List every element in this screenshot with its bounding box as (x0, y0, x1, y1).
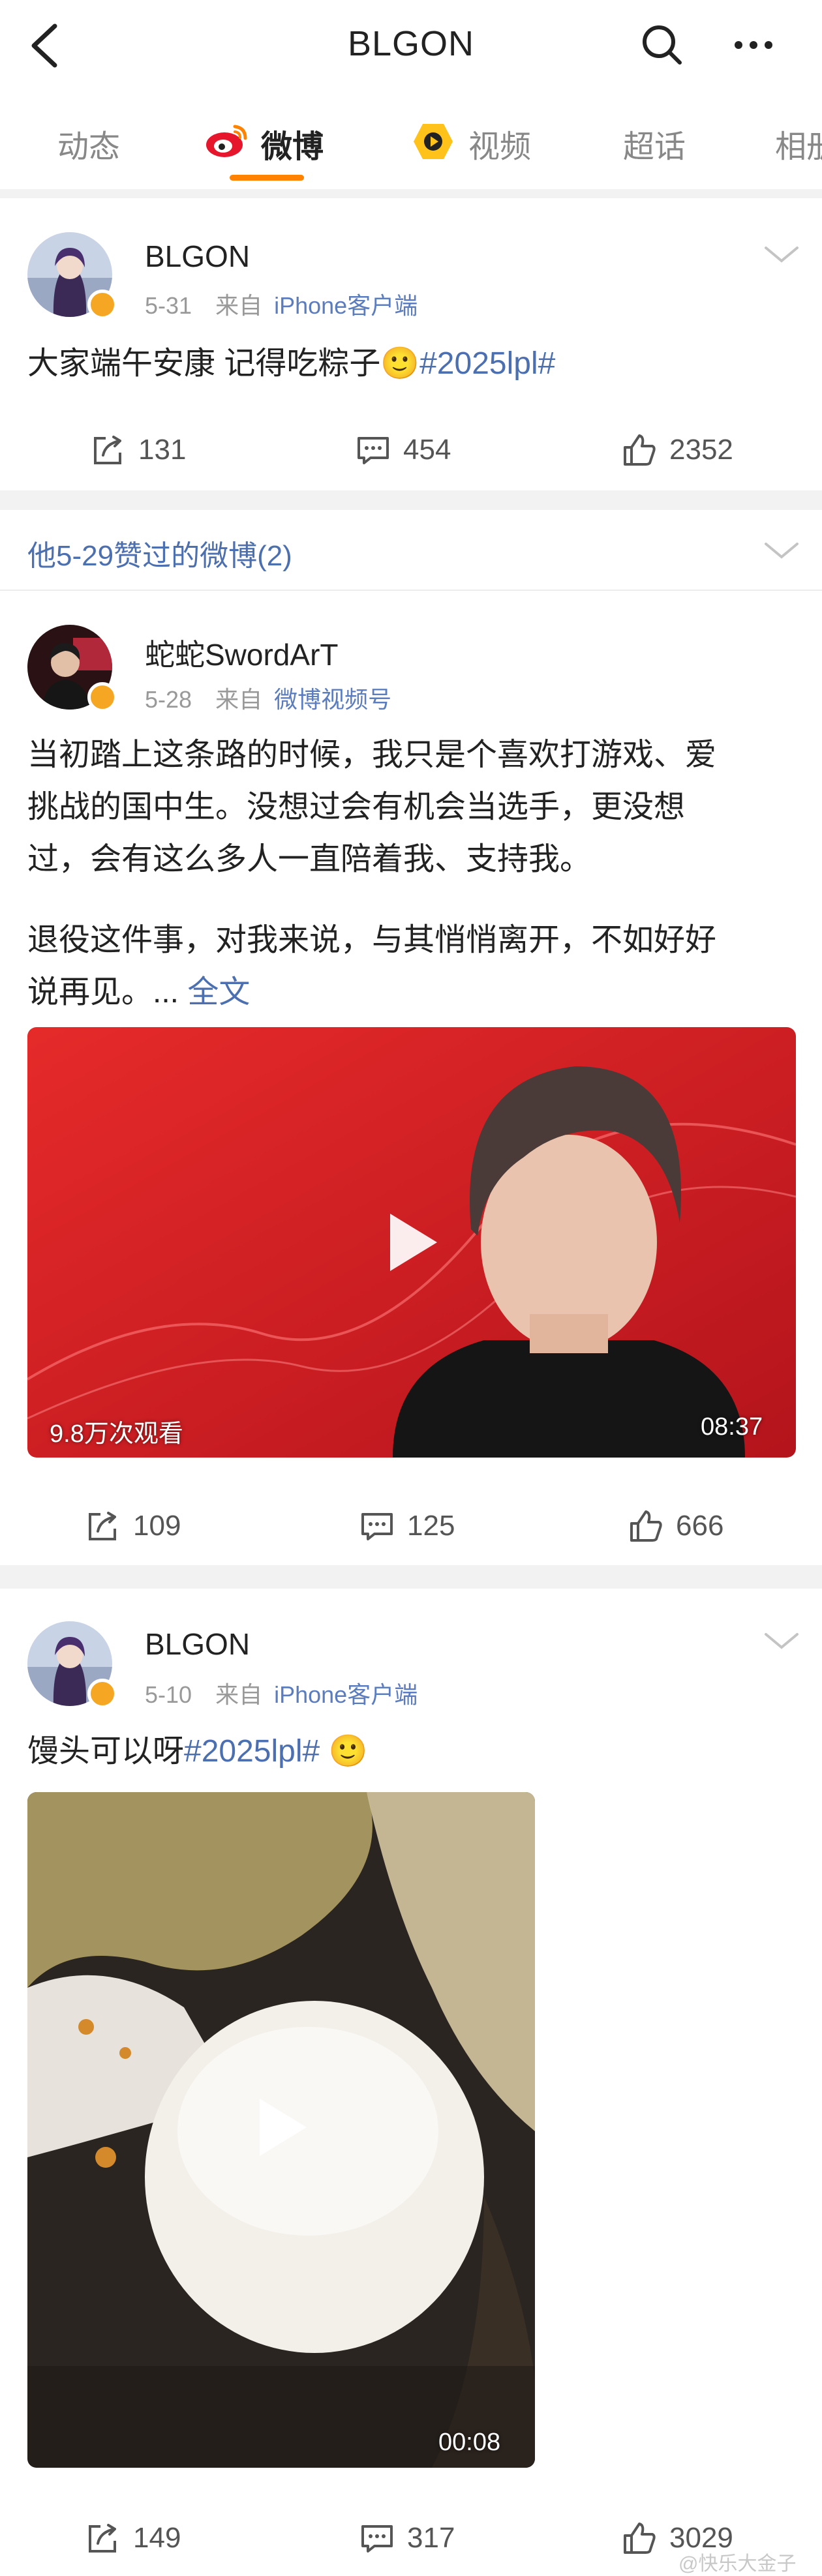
post-text: 馒头可以呀#2025lpl# 🙂 (27, 1734, 368, 1769)
post-text-line: 当初踏上这条路的时候，我只是个喜欢打游戏、爱 (27, 738, 717, 772)
like-count: 2352 (669, 434, 733, 466)
post-meta: 5-28 来自 微博视频号 (145, 681, 391, 715)
weibo-logo-icon (206, 125, 247, 157)
post-username[interactable]: BLGON (145, 239, 250, 274)
video-player[interactable]: 9.8万次观看 08:37 (27, 1027, 796, 1458)
post-username[interactable]: BLGON (145, 1626, 250, 1662)
source-prefix: 来自 (215, 292, 263, 319)
post-actions: 109 125 666 (0, 1500, 822, 1552)
thumbs-up-icon (624, 2523, 656, 2554)
tab-super-topic[interactable]: 超话 (623, 121, 686, 166)
repost-button[interactable]: 149 (85, 2512, 181, 2564)
post-text-line: 过，会有这么多人一直陪着我、支持我。 (27, 842, 592, 876)
tab-weibo[interactable]: 微博 (261, 121, 324, 166)
thumbs-up-icon (630, 1510, 662, 1542)
source-prefix: 来自 (215, 1681, 263, 1708)
comment-icon (361, 2525, 393, 2553)
post-text: 大家端午安康 记得吃粽子🙂#2025lpl# (27, 346, 556, 381)
page-title: BLGON (347, 24, 475, 63)
profile-tabs: 动态 微博 视频 超话 相册 (0, 98, 822, 189)
video-views: 9.8万次观看 (50, 1420, 183, 1448)
divider (0, 189, 822, 198)
comment-icon (361, 1513, 393, 1540)
verified-badge-icon (87, 1679, 117, 1709)
post-date: 5-28 (145, 686, 192, 713)
post-text-line: 挑战的国中生。没想过会有机会当选手，更没想 (27, 790, 686, 824)
top-nav-bar: BLGON (0, 0, 822, 91)
divider (0, 490, 822, 510)
verified-badge-icon (87, 682, 117, 712)
post-source[interactable]: 微博视频号 (274, 686, 391, 713)
comment-icon (358, 437, 389, 464)
video-player[interactable]: 00:08 (27, 1792, 535, 2468)
video-hexagon-icon (414, 124, 453, 159)
source-prefix: 来自 (215, 686, 263, 713)
tab-dongtai[interactable]: 动态 (57, 121, 120, 166)
post-source[interactable]: iPhone客户端 (274, 1681, 418, 1708)
chevron-down-icon[interactable] (762, 241, 801, 267)
post-text-line: 退役这件事，对我来说，与其悄悄离开，不如好好 (27, 923, 717, 957)
post-username[interactable]: 蛇蛇SwordArT (145, 631, 338, 674)
full-text-link[interactable]: 全文 (187, 975, 250, 1010)
play-icon[interactable] (260, 2099, 307, 2156)
smile-emoji-icon: 🙂 (380, 346, 420, 381)
topic-link[interactable]: #2025lpl# (184, 1734, 320, 1769)
smile-emoji-icon: 🙂 (328, 1734, 368, 1769)
post-source[interactable]: iPhone客户端 (274, 292, 418, 319)
comment-button[interactable]: 125 (359, 1500, 455, 1552)
like-count: 666 (676, 1510, 724, 1542)
verified-badge-icon (87, 290, 117, 320)
repost-icon (89, 2524, 116, 2553)
repost-count: 109 (133, 1510, 181, 1542)
watermark: @快乐大金子 (678, 2553, 797, 2575)
play-icon[interactable] (390, 1214, 437, 1271)
like-button[interactable]: 666 (628, 1500, 723, 1552)
comment-button[interactable]: 454 (355, 424, 451, 476)
repost-icon (89, 1512, 116, 1540)
repost-icon (94, 436, 121, 464)
video-duration: 08:37 (701, 1413, 763, 1441)
post-text-line: 说再见。... 全文 (27, 975, 251, 1010)
comment-count: 317 (407, 2522, 455, 2554)
topic-link[interactable]: #2025lpl# (419, 346, 555, 381)
repost-count: 131 (138, 434, 187, 466)
thumbs-up-icon (624, 434, 656, 466)
search-icon[interactable] (639, 22, 685, 68)
tab-video[interactable]: 视频 (468, 121, 531, 166)
more-horizontal-icon[interactable] (731, 22, 776, 68)
like-button[interactable]: 2352 (621, 424, 733, 476)
post-meta: 5-31 来自 iPhone客户端 (145, 287, 418, 321)
chevron-down-icon[interactable] (762, 1628, 801, 1654)
post-date: 5-31 (145, 292, 192, 319)
post-actions: 131 454 2352 (0, 424, 822, 476)
divider (0, 590, 822, 591)
liked-section-title[interactable]: 他5-29赞过的微博(2) (27, 532, 292, 574)
comment-count: 454 (403, 434, 451, 466)
post-date: 5-10 (145, 1681, 192, 1708)
post-meta: 5-10 来自 iPhone客户端 (145, 1676, 418, 1710)
tab-album[interactable]: 相册 (775, 121, 822, 166)
repost-button[interactable]: 131 (90, 424, 186, 476)
video-duration: 00:08 (438, 2429, 501, 2456)
repost-count: 149 (133, 2522, 181, 2554)
chevron-down-icon[interactable] (762, 537, 801, 563)
active-tab-indicator (230, 175, 304, 181)
divider (0, 1565, 822, 1589)
comment-button[interactable]: 317 (359, 2512, 455, 2564)
repost-button[interactable]: 109 (85, 1500, 181, 1552)
comment-count: 125 (407, 1510, 455, 1542)
